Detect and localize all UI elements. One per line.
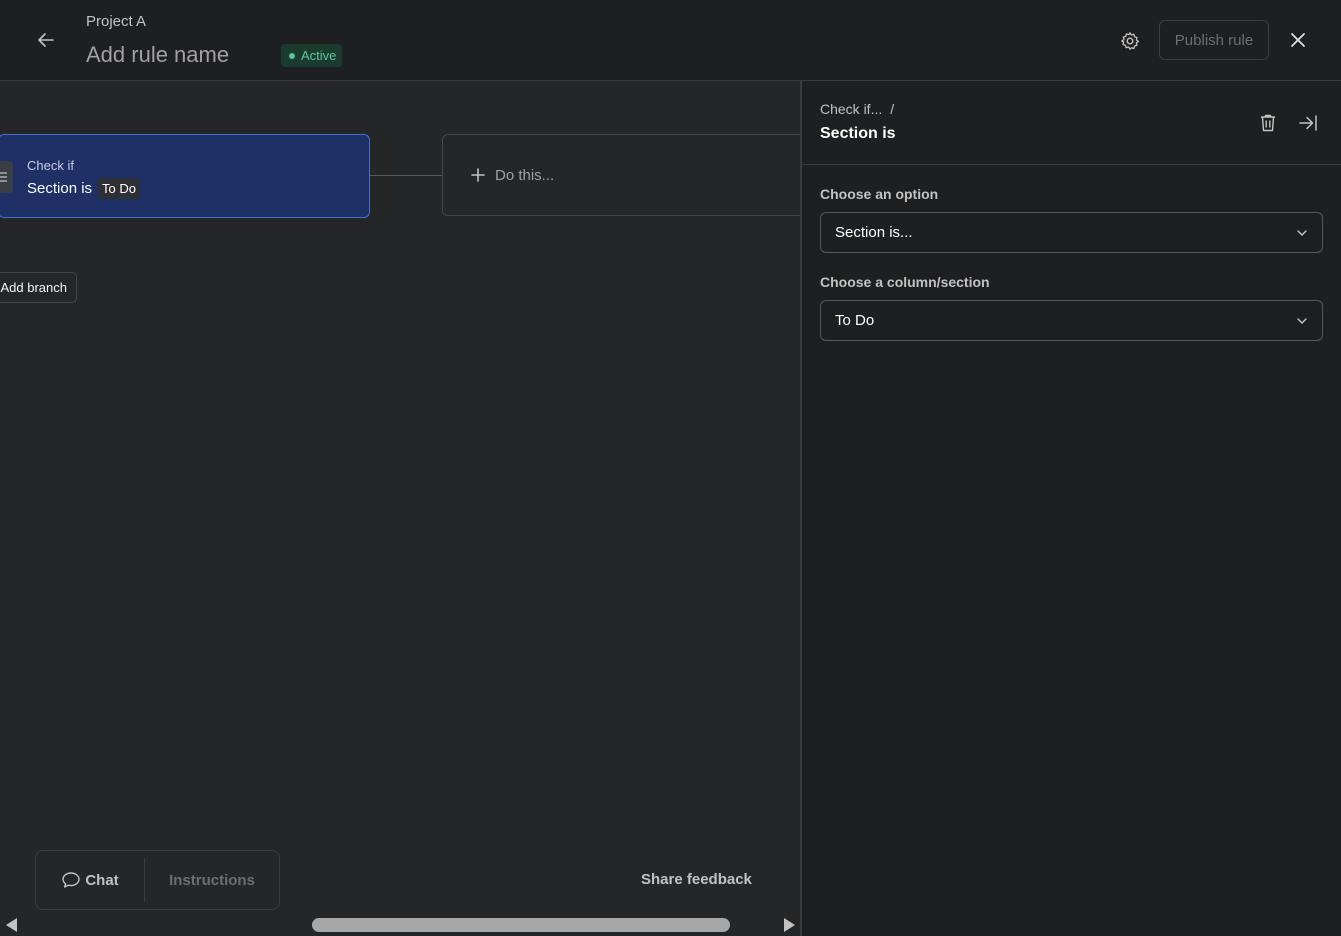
project-name[interactable]: Project A	[86, 13, 146, 30]
back-arrow-icon	[38, 33, 54, 47]
rule-canvas[interactable]: Check if Section is To Do Do this... Add…	[0, 81, 800, 936]
breadcrumb-parent[interactable]: Check if...	[820, 101, 882, 117]
action-placeholder: Do this...	[495, 166, 555, 184]
option-label: Choose an option	[820, 186, 939, 202]
column-label: Choose a column/section	[820, 274, 990, 290]
chevron-down-icon	[1296, 317, 1308, 325]
close-button[interactable]	[1286, 28, 1310, 52]
connector-line	[370, 175, 444, 176]
column-section-select[interactable]: To Do	[820, 300, 1323, 341]
trigger-label: Check if	[27, 158, 74, 173]
status-label: Active	[301, 48, 337, 63]
delete-button[interactable]	[1256, 111, 1280, 135]
breadcrumb: Check if... /	[820, 101, 894, 117]
scroll-thumb[interactable]	[312, 918, 730, 932]
gear-icon	[1121, 32, 1140, 50]
trigger-condition: Section is To Do	[27, 178, 141, 199]
plus-icon	[471, 168, 485, 182]
share-feedback-link[interactable]: Share feedback	[641, 871, 752, 888]
add-action-card[interactable]: Do this...	[442, 134, 800, 216]
settings-button[interactable]	[1117, 28, 1143, 54]
chat-bubble-icon	[62, 872, 81, 888]
horizontal-scrollbar[interactable]	[0, 914, 800, 936]
bottom-toolbar: Chat Instructions	[35, 850, 280, 910]
tab-instructions[interactable]: Instructions	[145, 851, 279, 909]
tab-chat[interactable]: Chat	[36, 851, 144, 909]
trash-icon	[1261, 114, 1275, 132]
header: Project A Add rule name Active Publish r…	[0, 0, 1341, 81]
breadcrumb-separator: /	[890, 101, 895, 117]
list-icon	[0, 172, 7, 182]
publish-rule-button[interactable]: Publish rule	[1159, 20, 1269, 60]
collapse-right-icon	[1299, 115, 1317, 131]
status-badge: Active	[281, 44, 343, 67]
rule-detail-panel: Check if... / Section is Choose an optio…	[800, 81, 1341, 936]
add-branch-button[interactable]: Add branch	[0, 272, 77, 303]
chevron-down-icon	[1296, 229, 1308, 237]
status-dot	[289, 52, 295, 59]
panel-header: Check if... / Section is	[802, 81, 1341, 165]
column-select-value: To Do	[835, 312, 875, 329]
scroll-right-arrow-icon[interactable]	[784, 918, 795, 932]
option-select[interactable]: Section is...	[820, 212, 1323, 253]
chat-label: Chat	[85, 871, 119, 889]
drag-handle[interactable]	[0, 161, 13, 193]
trigger-value-chip: To Do	[98, 178, 141, 199]
option-select-value: Section is...	[835, 224, 913, 241]
close-icon	[1291, 33, 1305, 47]
back-button[interactable]	[32, 26, 60, 54]
collapse-panel-button[interactable]	[1296, 111, 1320, 135]
rule-name-input[interactable]: Add rule name	[86, 42, 229, 68]
scroll-left-arrow-icon[interactable]	[6, 918, 17, 932]
panel-title: Section is	[820, 125, 896, 142]
trigger-card[interactable]: Check if Section is To Do	[0, 134, 370, 218]
trigger-condition-text: Section is	[27, 180, 93, 197]
